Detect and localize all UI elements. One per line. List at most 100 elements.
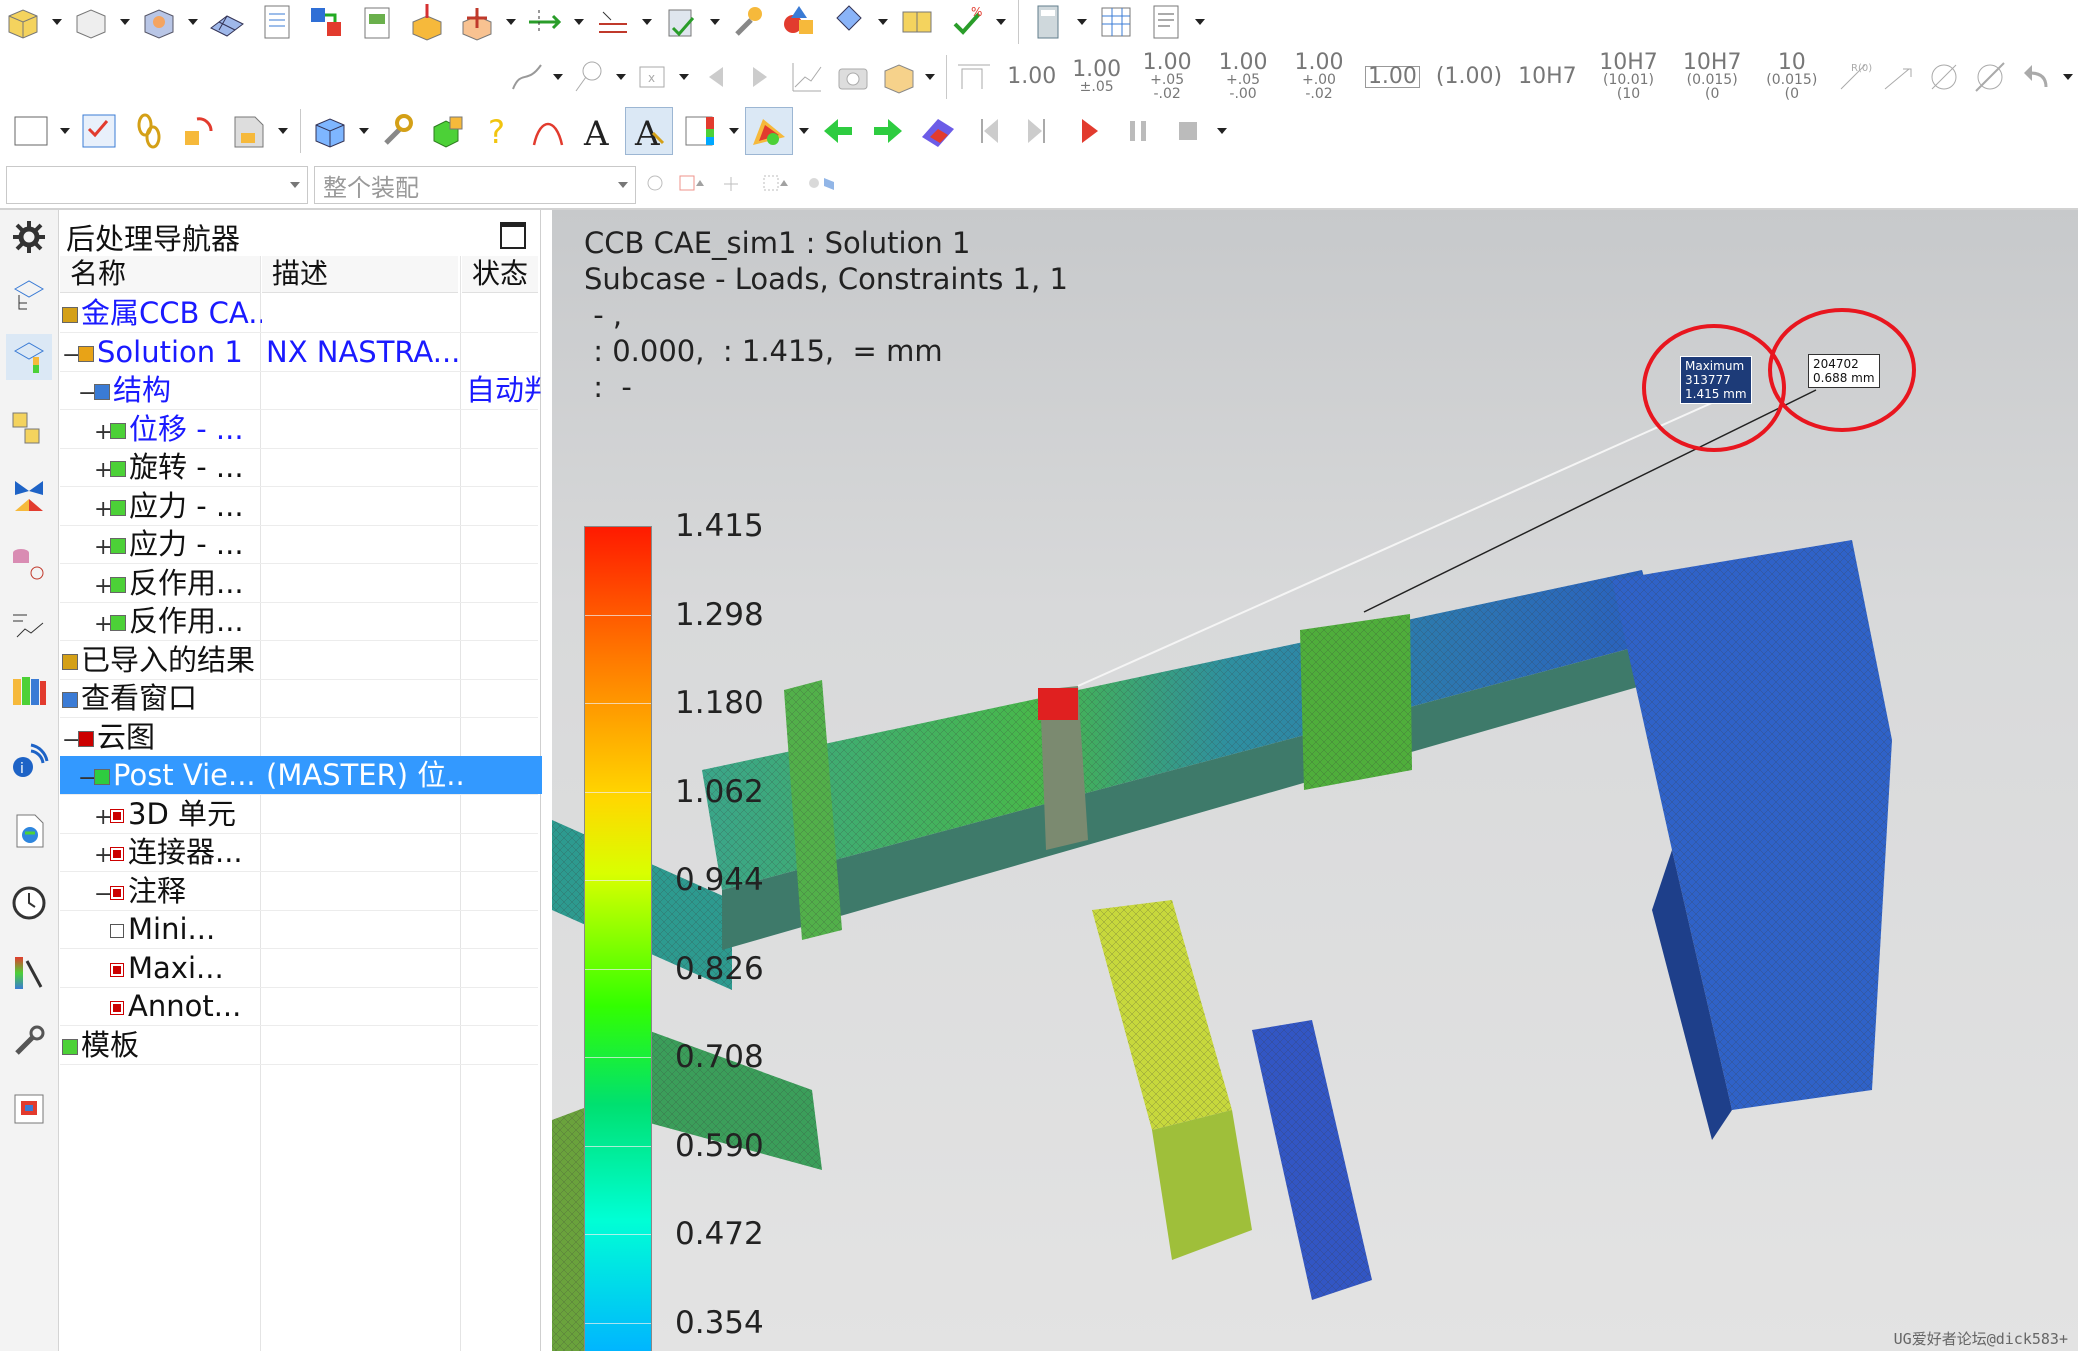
reuse-library-icon[interactable] [6,540,52,586]
expand-icon[interactable]: + [94,606,112,640]
coordinate-arrow-icon[interactable] [522,0,568,45]
surface-mesh-icon[interactable] [204,0,250,45]
step-back-icon[interactable] [965,108,1011,154]
select-filter-icon[interactable] [644,172,666,194]
dropdown-icon[interactable] [727,108,741,154]
dimension-icon[interactable] [953,54,995,100]
dim-style-2[interactable]: 1.00 ±.05 [1072,59,1121,95]
dropdown-icon[interactable] [504,0,518,45]
dim-style-10[interactable]: 10H7 (0.015) (0 [1680,52,1744,102]
dim-style-11[interactable]: 10 (0.015) (0 [1760,52,1824,102]
text-edit-icon[interactable]: A [625,107,673,155]
palette-window-icon[interactable] [6,1086,52,1132]
expand-icon[interactable]: + [94,568,112,602]
tree-row-name[interactable]: + 位移 - ... [60,410,294,448]
tree-row-name[interactable]: − 云图 [60,718,262,756]
show-hide-icon[interactable] [804,172,844,194]
part-navigator-icon[interactable] [6,406,52,452]
tree-row[interactable]: + 反作用... [60,564,538,603]
simulation-navigator-icon[interactable] [6,272,52,318]
tree-row[interactable]: + 反作用... [60,602,538,641]
constraint-navigator-icon[interactable] [6,472,52,518]
gear-icon[interactable] [6,214,52,260]
radius-angle-icon[interactable] [1878,54,1920,100]
tree-row[interactable]: + 应力 - ... [60,525,538,564]
dropdown-icon[interactable] [994,0,1008,45]
visibility-checkbox[interactable] [110,1001,124,1015]
datum-x-icon[interactable]: x [631,54,673,100]
new-part-icon[interactable] [0,0,46,45]
dim-style-3[interactable]: 1.00 +.05 -.02 [1137,52,1197,102]
fringe-legend-icon[interactable] [6,950,52,996]
maximize-icon[interactable] [500,222,526,249]
web-browser-icon[interactable] [6,808,52,854]
dropdown-icon[interactable] [708,0,722,45]
next-arrow-icon[interactable] [865,108,911,154]
tree-row[interactable]: − 注释 [60,872,538,911]
select-box-icon[interactable] [762,172,792,194]
tree-row[interactable]: + 连接器... [60,833,538,872]
expand-icon[interactable]: + [94,414,112,448]
probe-annotation-label[interactable]: 204702 0.688 mm [1808,354,1880,388]
tree-row-name[interactable]: + 连接器... [60,833,294,871]
visibility-checkbox[interactable] [110,962,124,977]
spreadsheet-icon[interactable] [1093,0,1139,45]
history-clock-icon[interactable] [6,880,52,926]
expand-icon[interactable]: + [94,452,112,486]
help-icon[interactable]: ? [475,108,521,154]
dropdown-icon[interactable] [357,108,371,154]
max-hotspot[interactable] [1038,688,1078,720]
tree-row-name[interactable]: + 旋转 - ... [60,448,294,486]
select-color-icon[interactable] [678,172,708,194]
arrow-right-icon[interactable] [740,54,782,100]
collapse-icon[interactable]: − [94,876,112,910]
dropdown-icon[interactable] [1215,108,1229,154]
expand-icon[interactable]: + [94,837,112,871]
dropdown-icon[interactable] [1075,0,1089,45]
collapse-icon[interactable]: − [78,375,96,409]
tree-row-name[interactable]: − 结构 [60,371,278,409]
camera-icon[interactable] [832,54,874,100]
dropdown-icon[interactable] [640,0,654,45]
tree-row-name[interactable]: 已导入的结果 [60,641,262,679]
previous-arrow-icon[interactable] [815,108,861,154]
text-annotation-icon[interactable]: A [575,108,621,154]
tree-row[interactable]: + 位移 - ... [60,410,538,449]
diameter-icon[interactable] [1923,54,1965,100]
dim-style-1[interactable]: 1.00 [1007,66,1056,88]
checklist-icon[interactable] [76,108,122,154]
radius-icon[interactable]: R(0) [1832,54,1874,100]
collapse-icon[interactable]: − [62,722,80,756]
dropdown-icon[interactable] [50,0,64,45]
column-header-name[interactable]: 名称 [60,256,260,293]
collapse-icon[interactable]: − [62,337,80,371]
play-icon[interactable] [1065,108,1111,154]
document-icon[interactable] [1143,0,1189,45]
visibility-checkbox[interactable] [110,847,124,861]
dropdown-icon[interactable] [276,108,290,154]
animation-model-icon[interactable] [915,108,961,154]
visibility-checkbox[interactable] [110,808,124,823]
table-doc-icon[interactable] [254,0,300,45]
fringe-plot-icon[interactable] [745,107,793,155]
part-cube-icon[interactable] [307,108,353,154]
dropdown-icon[interactable] [572,0,586,45]
dropdown-icon[interactable] [186,0,200,45]
shapes-icon[interactable] [776,0,822,45]
wrench-icon[interactable] [726,0,772,45]
tree-row-name[interactable]: 金属CCB CA... [60,294,262,332]
tree-row[interactable]: − 云图 [60,718,538,757]
dropdown-icon[interactable] [552,54,565,100]
expand-icon[interactable]: + [94,799,112,833]
sketch-curve-icon[interactable] [506,54,548,100]
tree-row-name[interactable]: + 应力 - ... [60,487,294,525]
lock-page-icon[interactable] [226,108,272,154]
tree-row[interactable]: 查看窗口 [60,679,538,718]
max-annotation-label[interactable]: Maximum 313777 1.415 mm [1680,356,1752,404]
load-icon[interactable] [404,0,450,45]
diameter-alt-icon[interactable] [1969,54,2011,100]
select-snap-icon[interactable] [720,172,750,194]
tree-row-name[interactable]: + 反作用... [60,602,294,640]
dropdown-icon[interactable] [2061,54,2074,100]
graphics-viewport[interactable]: CCB CAE_sim1 : Solution 1 Subcase - Load… [552,210,2078,1351]
